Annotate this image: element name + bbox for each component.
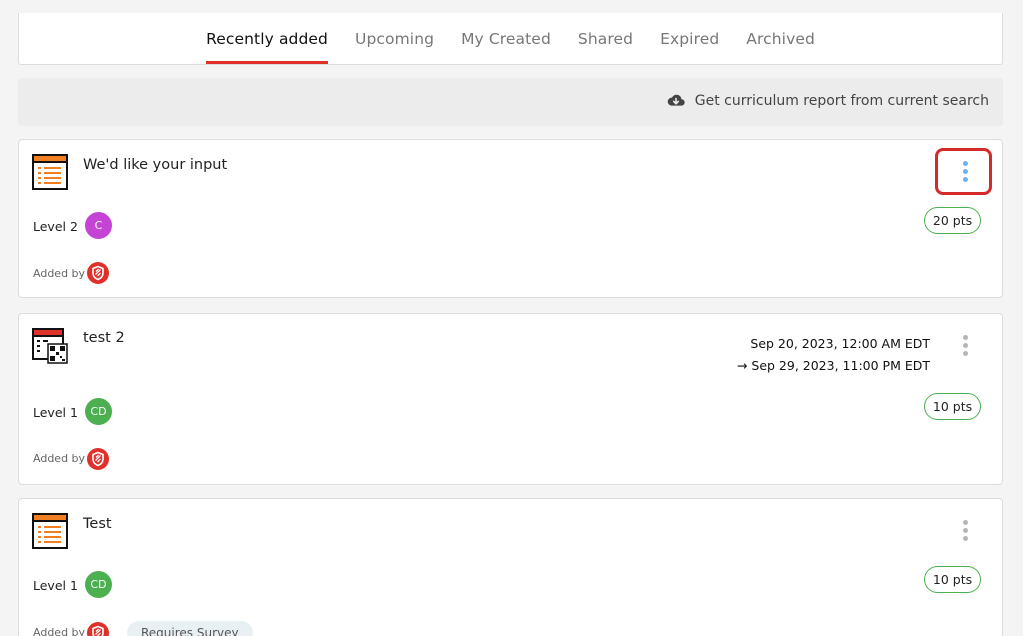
- points-badge: 20 pts: [924, 207, 981, 234]
- activity-card[interactable]: We'd like your input Level 2 C 20 pts Ad…: [18, 139, 1003, 298]
- level-label: Level 2: [33, 219, 78, 234]
- date-range: Sep 20, 2023, 12:00 AM EDT → Sep 29, 202…: [737, 333, 930, 377]
- more-options-icon[interactable]: [955, 331, 975, 359]
- survey-list-icon: [32, 154, 68, 190]
- tabs-card: Recently added Upcoming My Created Share…: [18, 13, 1003, 65]
- tab-archived[interactable]: Archived: [746, 13, 815, 64]
- more-options-icon[interactable]: [955, 157, 975, 185]
- tab-shared[interactable]: Shared: [578, 13, 633, 64]
- curriculum-report-link[interactable]: Get curriculum report from current searc…: [667, 93, 989, 109]
- survey-list-icon: [32, 513, 68, 549]
- tab-upcoming[interactable]: Upcoming: [355, 13, 434, 64]
- shield-badge-icon: [87, 448, 109, 470]
- points-badge: 10 pts: [924, 393, 981, 420]
- added-by-label: Added by: [33, 626, 86, 636]
- tab-bar: Recently added Upcoming My Created Share…: [19, 13, 1002, 64]
- page: Recently added Upcoming My Created Share…: [0, 0, 1023, 636]
- arrow-right-icon: →: [736, 358, 748, 373]
- more-options-icon[interactable]: [955, 516, 975, 544]
- qr-checkin-icon: [32, 328, 68, 364]
- activity-title[interactable]: We'd like your input: [83, 157, 227, 173]
- start-date: Sep 20, 2023, 12:00 AM EDT: [750, 336, 930, 351]
- activity-title[interactable]: Test: [83, 516, 112, 532]
- activity-title[interactable]: test 2: [83, 330, 125, 346]
- added-by-label: Added by: [33, 452, 86, 465]
- level-label: Level 1: [33, 405, 78, 420]
- end-date: Sep 29, 2023, 11:00 PM EDT: [751, 358, 930, 373]
- activity-card[interactable]: test 2 Sep 20, 2023, 12:00 AM EDT → Sep …: [18, 313, 1003, 485]
- points-badge: 10 pts: [924, 566, 981, 593]
- tab-expired[interactable]: Expired: [660, 13, 719, 64]
- avatar: C: [85, 212, 112, 239]
- activity-card[interactable]: Test Level 1 CD 10 pts Added by Requires…: [18, 498, 1003, 636]
- added-by-label: Added by: [33, 267, 86, 280]
- avatar: CD: [85, 571, 112, 598]
- cloud-download-icon: [667, 93, 685, 109]
- curriculum-report-label: Get curriculum report from current searc…: [694, 93, 989, 109]
- report-bar: Get curriculum report from current searc…: [18, 78, 1003, 126]
- tab-recently-added[interactable]: Recently added: [206, 13, 328, 64]
- shield-badge-icon: [87, 622, 109, 636]
- shield-badge-icon: [87, 262, 109, 284]
- requires-survey-tag: Requires Survey: [127, 621, 253, 636]
- tab-my-created[interactable]: My Created: [461, 13, 551, 64]
- level-label: Level 1: [33, 578, 78, 593]
- avatar: CD: [85, 398, 112, 425]
